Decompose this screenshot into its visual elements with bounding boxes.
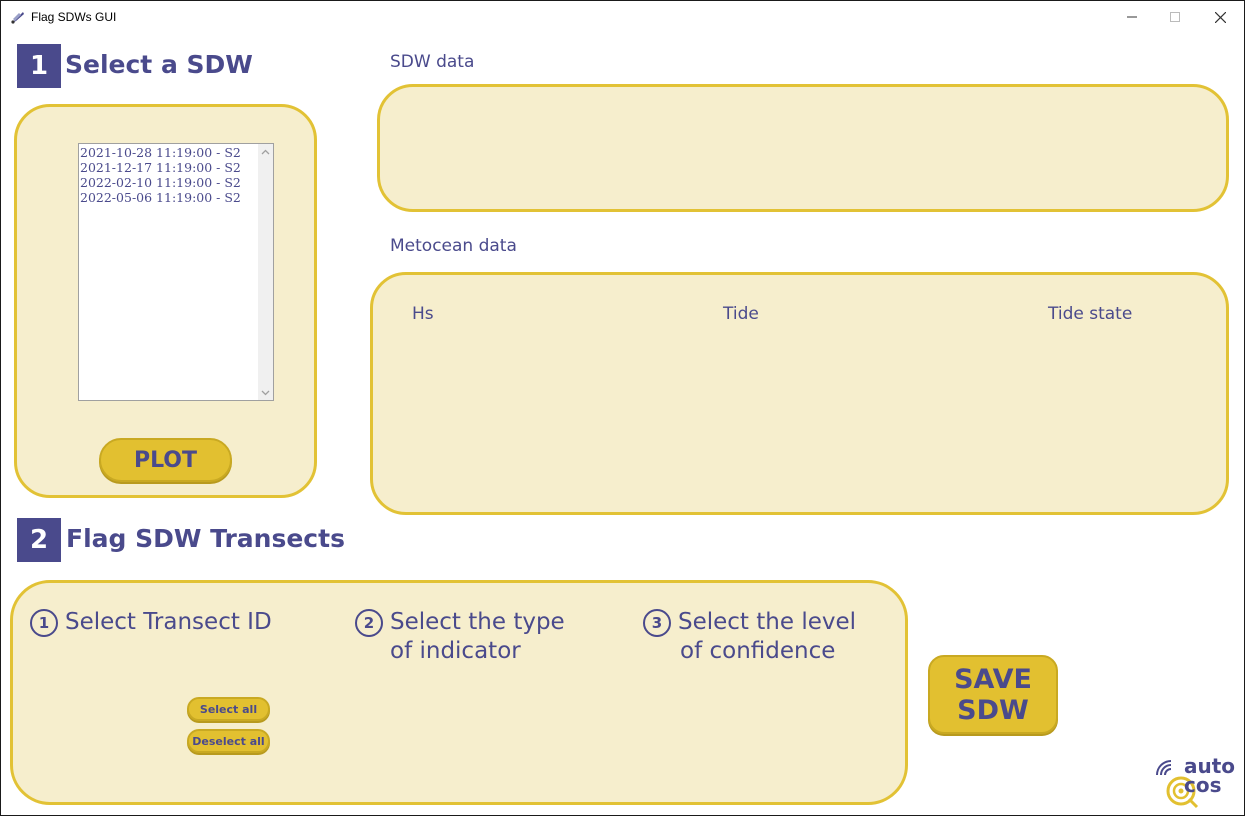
tide-column-header: Tide: [723, 304, 759, 324]
step-2-label-line1: Select the type: [390, 609, 565, 635]
step-1-circle: 1: [30, 609, 58, 637]
minimize-icon: [1127, 16, 1137, 18]
section-2-number: 2: [17, 518, 61, 562]
sdw-data-panel: [377, 84, 1229, 212]
close-icon: [1214, 11, 1226, 23]
app-feather-icon: [11, 12, 24, 24]
hs-column-header: Hs: [412, 304, 434, 324]
section-1-title: Select a SDW: [65, 50, 253, 79]
sdw-list-item[interactable]: 2022-02-10 11:19:00 - S2: [79, 175, 259, 190]
step-1-label: Select Transect ID: [65, 609, 272, 635]
save-sdw-line2: SDW: [957, 694, 1029, 726]
title-bar: Flag SDWs GUI: [1, 1, 1244, 33]
metocean-data-label: Metocean data: [390, 236, 517, 256]
sdw-list-item[interactable]: 2021-10-28 11:19:00 - S2: [79, 145, 259, 160]
sdw-data-label: SDW data: [390, 52, 475, 72]
step-3-label-line1: Select the level: [678, 609, 857, 635]
maximize-button[interactable]: [1152, 1, 1198, 33]
save-sdw-button[interactable]: SAVE SDW: [928, 655, 1058, 734]
deselect-all-button[interactable]: Deselect all: [187, 729, 270, 753]
save-sdw-line1: SAVE: [954, 663, 1032, 695]
step-3-label-line2: of confidence: [680, 638, 836, 664]
listbox-scrollbar[interactable]: [258, 144, 273, 400]
minimize-button[interactable]: [1109, 1, 1155, 33]
section-1-number: 1: [17, 44, 61, 88]
close-button[interactable]: [1197, 1, 1243, 33]
step-2-circle: 2: [355, 609, 383, 637]
plot-button[interactable]: PLOT: [99, 438, 232, 482]
sdw-listbox[interactable]: 2021-10-28 11:19:00 - S2 2021-12-17 11:19…: [78, 143, 274, 401]
select-all-button[interactable]: Select all: [187, 697, 270, 721]
maximize-icon: [1170, 12, 1180, 22]
step-2-label-line2: of indicator: [390, 638, 521, 664]
window-title: Flag SDWs GUI: [31, 10, 117, 24]
logo-text-cos: cos: [1184, 773, 1222, 797]
chevron-down-icon: [261, 390, 270, 395]
app-window: Flag SDWs GUI 1 Select a SDW 2021-10-28 …: [0, 0, 1245, 816]
scroll-up-arrow[interactable]: [258, 144, 273, 159]
step-3-circle: 3: [643, 609, 671, 637]
tide-state-column-header: Tide state: [1048, 304, 1133, 324]
scroll-down-arrow[interactable]: [258, 385, 273, 400]
sdw-list-item[interactable]: 2021-12-17 11:19:00 - S2: [79, 160, 259, 175]
section-2-title: Flag SDW Transects: [66, 524, 345, 553]
sdw-list-item[interactable]: 2022-05-06 11:19:00 - S2: [79, 190, 259, 205]
chevron-up-icon: [261, 149, 270, 154]
sdw-list: 2021-10-28 11:19:00 - S2 2021-12-17 11:19…: [79, 144, 259, 205]
